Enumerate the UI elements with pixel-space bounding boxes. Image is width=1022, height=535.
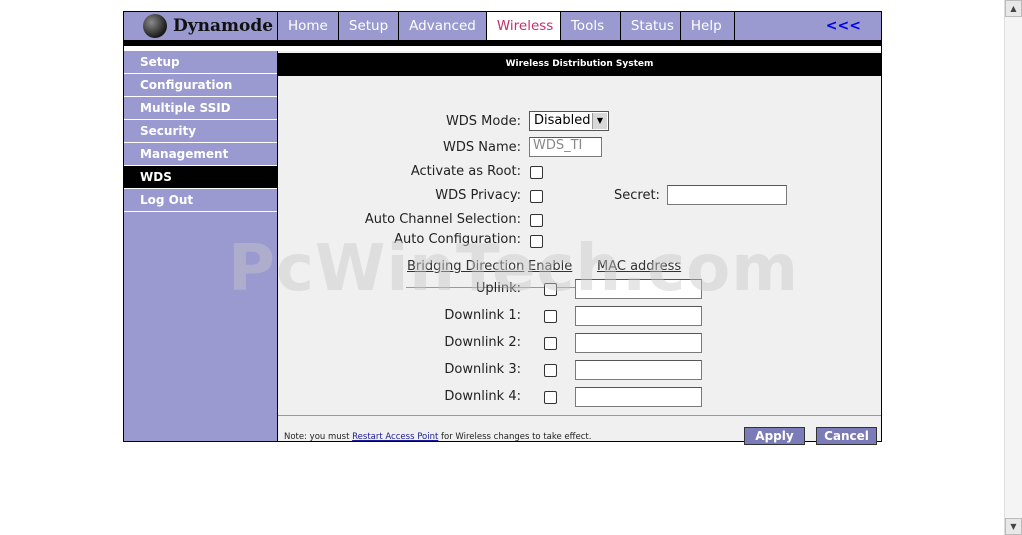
secret-label: Secret: — [614, 188, 660, 203]
main-nav: Home Setup Advanced Wireless Tools Statu… — [278, 12, 735, 40]
top-header: Dynamode Home Setup Advanced Wireless To… — [124, 12, 881, 41]
downlink-1-mac-input[interactable] — [575, 306, 702, 326]
wds-mode-value: Disabled — [534, 113, 591, 128]
downlink-3-enable-checkbox[interactable] — [544, 364, 557, 377]
sidebar-item-multiple-ssid[interactable]: Multiple SSID — [124, 97, 277, 120]
secret-input[interactable] — [667, 185, 787, 205]
sidebar: Setup Configuration Multiple SSID Securi… — [124, 51, 278, 441]
note-prefix: Note: you must — [284, 432, 353, 442]
downlink-4-label: Downlink 4: — [444, 389, 521, 404]
wds-privacy-checkbox[interactable] — [530, 190, 543, 203]
activate-root-checkbox[interactable] — [530, 166, 543, 179]
sphere-logo-icon — [143, 14, 167, 38]
apply-button[interactable]: Apply — [744, 427, 805, 445]
activate-root-label: Activate as Root: — [410, 164, 521, 179]
restart-note: Note: you must Restart Access Point for … — [284, 432, 591, 442]
downlink-2-label: Downlink 2: — [444, 335, 521, 350]
main-panel: Wireless Distribution System WDS Mode: D… — [278, 51, 881, 445]
downlink-3-mac-input[interactable] — [575, 360, 702, 380]
section-title: Wireless Distribution System — [278, 53, 881, 76]
sidebar-item-setup[interactable]: Setup — [124, 51, 277, 74]
router-admin-frame: Dynamode Home Setup Advanced Wireless To… — [123, 11, 882, 445]
footer-divider — [278, 415, 881, 416]
uplink-mac-input[interactable] — [575, 279, 702, 299]
wds-mode-select[interactable]: Disabled ▼ — [529, 111, 609, 131]
nav-setup[interactable]: Setup — [339, 12, 400, 40]
nav-home[interactable]: Home — [278, 12, 339, 40]
nav-help[interactable]: Help — [681, 12, 735, 40]
uplink-label: Uplink: — [475, 281, 521, 296]
note-suffix: for Wireless changes to take effect. — [438, 432, 592, 442]
brand-name: Dynamode — [173, 16, 274, 36]
column-mac-address: MAC address — [597, 259, 682, 274]
wds-privacy-label: WDS Privacy: — [435, 188, 521, 203]
downlink-4-mac-input[interactable] — [575, 387, 702, 407]
sidebar-item-logout[interactable]: Log Out — [124, 189, 277, 212]
sidebar-item-configuration[interactable]: Configuration — [124, 74, 277, 97]
nav-advanced[interactable]: Advanced — [399, 12, 487, 40]
downlink-2-mac-input[interactable] — [575, 333, 702, 353]
auto-channel-label: Auto Channel Selection: — [364, 212, 521, 227]
vertical-scrollbar[interactable]: ▲ ▼ — [1004, 0, 1022, 535]
wds-mode-label: WDS Mode: — [445, 114, 521, 129]
sidebar-item-wds[interactable]: WDS — [124, 166, 277, 189]
nav-tools[interactable]: Tools — [561, 12, 621, 40]
wds-name-label: WDS Name: — [443, 140, 521, 155]
downlink-4-enable-checkbox[interactable] — [544, 391, 557, 404]
chevron-down-icon[interactable]: ▼ — [592, 113, 607, 129]
restart-access-point-link[interactable]: Restart Access Point — [352, 432, 438, 442]
scroll-up-icon[interactable]: ▲ — [1005, 0, 1022, 17]
wds-name-input[interactable]: WDS_TI — [529, 137, 602, 157]
downlink-1-label: Downlink 1: — [444, 308, 521, 323]
auto-channel-checkbox[interactable] — [530, 214, 543, 227]
downlink-3-label: Downlink 3: — [444, 362, 521, 377]
back-link[interactable]: <<< — [826, 12, 861, 40]
sidebar-item-security[interactable]: Security — [124, 120, 277, 143]
nav-status[interactable]: Status — [621, 12, 681, 40]
auto-config-checkbox[interactable] — [530, 235, 543, 248]
downlink-1-enable-checkbox[interactable] — [544, 310, 557, 323]
auto-config-label: Auto Configuration: — [394, 232, 521, 247]
sidebar-item-management[interactable]: Management — [124, 143, 277, 166]
downlink-2-enable-checkbox[interactable] — [544, 337, 557, 350]
column-bridging-direction: Bridging Direction — [407, 259, 525, 274]
scroll-down-icon[interactable]: ▼ — [1005, 518, 1022, 535]
brand-logo: Dynamode — [124, 12, 278, 40]
cancel-button[interactable]: Cancel — [816, 427, 877, 445]
uplink-enable-checkbox[interactable] — [544, 283, 557, 296]
nav-wireless[interactable]: Wireless — [486, 12, 561, 40]
column-enable: Enable — [528, 259, 573, 274]
